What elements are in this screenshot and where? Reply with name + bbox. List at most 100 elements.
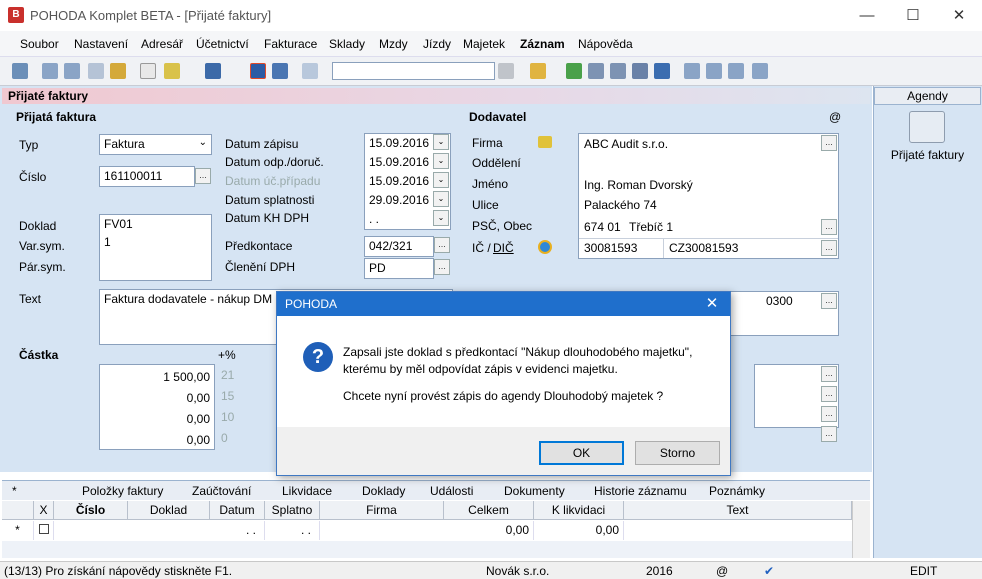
menu-sklady[interactable]: Sklady xyxy=(329,37,365,51)
list-icon[interactable] xyxy=(706,63,722,79)
back-arrow-icon[interactable] xyxy=(205,63,221,79)
ulice-value[interactable]: Palackého 74 xyxy=(584,198,657,212)
tab-udalosti[interactable]: Události xyxy=(430,484,473,498)
predkontace-list-button[interactable]: … xyxy=(434,237,450,253)
menu-jizdy[interactable]: Jízdy xyxy=(423,37,451,51)
typ-select[interactable]: Faktura ⌄ xyxy=(99,134,212,155)
menu-zaznam[interactable]: Záznam xyxy=(520,37,565,51)
cleneni-list-button[interactable]: … xyxy=(434,259,450,275)
tab-zauctovani[interactable]: Zaúčtování xyxy=(192,484,251,498)
grid-cell-celkem[interactable]: 0,00 xyxy=(444,521,534,540)
menu-ucetnictvi[interactable]: Účetnictví xyxy=(196,37,249,51)
grid-header-datum[interactable]: Datum xyxy=(210,501,265,520)
obec-list-button[interactable]: … xyxy=(821,219,837,235)
calculator2-icon[interactable] xyxy=(610,63,626,79)
dic-label[interactable]: DIČ xyxy=(493,241,514,255)
cislo-list-button[interactable]: … xyxy=(195,168,211,184)
amount-10[interactable]: 0,00 xyxy=(104,409,210,430)
maximize-button[interactable]: ☐ xyxy=(890,0,936,31)
menu-adresar[interactable]: Adresář xyxy=(141,37,183,51)
right-code-list-button[interactable]: … xyxy=(821,293,837,309)
ic-value[interactable]: 30081593 xyxy=(584,241,637,255)
cislo-field[interactable]: 161100011 xyxy=(99,166,195,187)
tab-historie[interactable]: Historie záznamu xyxy=(594,484,687,498)
tab-polozky[interactable]: Položky faktury xyxy=(82,484,163,498)
predkontace-field[interactable]: 042/321 xyxy=(364,236,434,257)
date-dropdown-5[interactable]: ⌄ xyxy=(433,210,449,226)
address-book-icon[interactable] xyxy=(538,136,552,148)
wand-icon[interactable] xyxy=(164,63,180,79)
amount-21[interactable]: 1 500,00 xyxy=(104,367,210,388)
filter-icon[interactable] xyxy=(498,63,514,79)
help-icon[interactable] xyxy=(752,63,768,79)
menu-napoveda[interactable]: Nápověda xyxy=(578,37,633,51)
print-setup-icon[interactable] xyxy=(64,63,80,79)
grid-header-cislo[interactable]: Číslo xyxy=(54,501,128,520)
ok-button[interactable]: OK xyxy=(539,441,624,465)
folder-icon[interactable] xyxy=(530,63,546,79)
psc-value[interactable]: 674 01 xyxy=(584,220,621,234)
window-icon[interactable] xyxy=(684,63,700,79)
tab-doklady[interactable]: Doklady xyxy=(362,484,405,498)
grid-cell-splatno[interactable]: . . xyxy=(265,521,320,540)
right-list-button-4[interactable]: … xyxy=(821,426,837,442)
menu-nastaveni[interactable]: Nastavení xyxy=(74,37,128,51)
agenda-item[interactable]: Přijaté faktury xyxy=(874,148,981,162)
date-dropdown-4[interactable]: ⌄ xyxy=(433,191,449,207)
amount-15[interactable]: 0,00 xyxy=(104,388,210,409)
tab-likvidace[interactable]: Likvidace xyxy=(282,484,332,498)
dialog-close-icon[interactable]: ✕ xyxy=(697,294,727,314)
grid-header-x[interactable]: X xyxy=(34,501,54,520)
tab-new[interactable]: * xyxy=(12,484,17,498)
iban-icon[interactable] xyxy=(654,63,670,79)
grid-header-k-likvidaci[interactable]: K likvidaci xyxy=(534,501,624,520)
storno-button[interactable]: Storno xyxy=(635,441,720,465)
save-icon[interactable] xyxy=(250,63,266,79)
close-button[interactable]: ✕ xyxy=(936,0,982,31)
grid-cell-datum[interactable]: . . xyxy=(210,521,265,540)
grid-cell-k-likvidaci[interactable]: 0,00 xyxy=(534,521,624,540)
calculator-icon[interactable] xyxy=(588,63,604,79)
dic-value[interactable]: CZ30081593 xyxy=(669,241,738,255)
jmeno-value[interactable]: Ing. Roman Dvorský xyxy=(584,178,693,192)
money-icon[interactable] xyxy=(566,63,582,79)
preview-icon[interactable] xyxy=(88,63,104,79)
export-icon[interactable] xyxy=(110,63,126,79)
grid-header-doklad[interactable]: Doklad xyxy=(128,501,210,520)
cleneni-field[interactable]: PD xyxy=(364,258,434,279)
dic-list-button[interactable]: … xyxy=(821,240,837,256)
menu-majetek[interactable]: Majetek xyxy=(463,37,505,51)
exit-icon[interactable] xyxy=(12,63,28,79)
grid-scrollbar[interactable] xyxy=(852,501,870,558)
tab-dokumenty[interactable]: Dokumenty xyxy=(504,484,565,498)
print-icon[interactable] xyxy=(42,63,58,79)
email-at-icon[interactable]: @ xyxy=(829,110,841,124)
quick-search-combo[interactable] xyxy=(332,62,495,80)
grid-header-text[interactable]: Text xyxy=(624,501,852,520)
save-copy-icon[interactable] xyxy=(272,63,288,79)
grid-header-firma[interactable]: Firma xyxy=(320,501,444,520)
menu-soubor[interactable]: Soubor xyxy=(20,37,59,51)
tab-poznamky[interactable]: Poznámky xyxy=(709,484,765,498)
right-list-button-2[interactable]: … xyxy=(821,386,837,402)
menu-mzdy[interactable]: Mzdy xyxy=(379,37,408,51)
message-icon[interactable] xyxy=(728,63,744,79)
minimize-button[interactable]: — xyxy=(844,0,890,31)
date-dropdown-3[interactable]: ⌄ xyxy=(433,172,449,188)
grid-header-splatno[interactable]: Splatno xyxy=(265,501,320,520)
amount-0[interactable]: 0,00 xyxy=(104,430,210,449)
doklad-box[interactable]: FV01 1 xyxy=(99,214,212,281)
received-invoices-icon[interactable] xyxy=(909,111,945,143)
date-dropdown-1[interactable]: ⌄ xyxy=(433,134,449,150)
grid-header-celkem[interactable]: Celkem xyxy=(444,501,534,520)
menu-fakturace[interactable]: Fakturace xyxy=(264,37,317,51)
obec-value[interactable]: Třebíč 1 xyxy=(629,220,673,234)
firma-value[interactable]: ABC Audit s.r.o. xyxy=(584,137,668,151)
right-list-button-3[interactable]: … xyxy=(821,406,837,422)
firma-list-button[interactable]: … xyxy=(821,135,837,151)
grid-row-checkbox[interactable] xyxy=(34,521,54,540)
new-icon[interactable] xyxy=(140,63,156,79)
date-dropdown-2[interactable]: ⌄ xyxy=(433,153,449,169)
copy-icon[interactable] xyxy=(302,63,318,79)
internet-explorer-icon[interactable] xyxy=(538,240,552,254)
